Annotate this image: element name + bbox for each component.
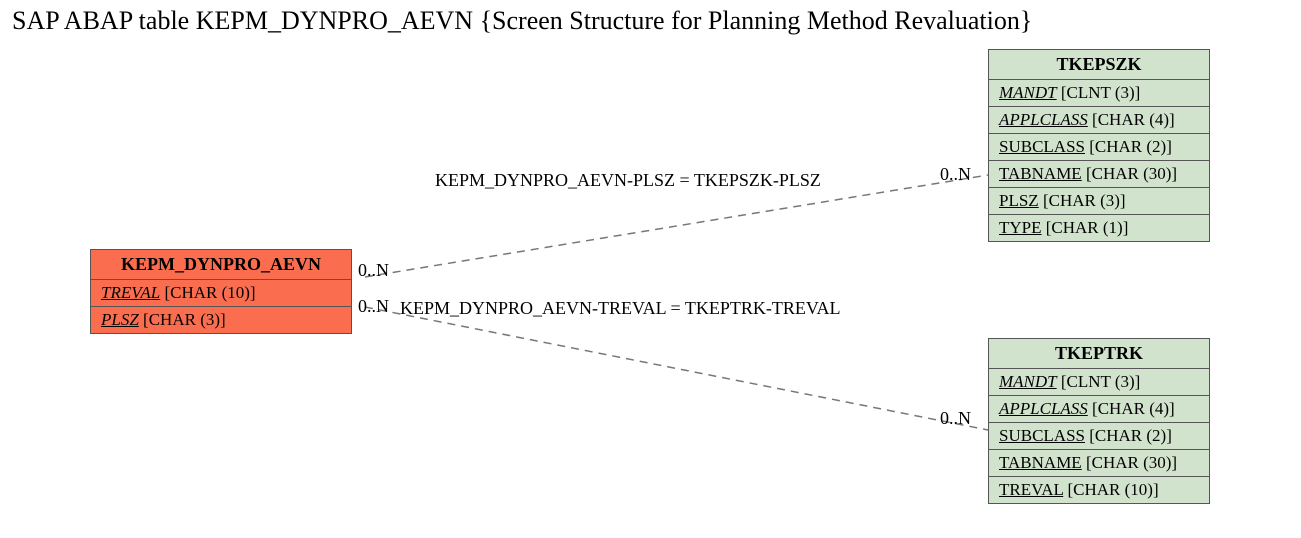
field-name: MANDT (999, 372, 1057, 391)
table-row: APPLCLASS [CHAR (4)] (989, 396, 1209, 423)
field-type: [CHAR (2)] (1089, 137, 1172, 156)
field-name: SUBCLASS (999, 426, 1085, 445)
field-name: APPLCLASS (999, 399, 1088, 418)
field-name: APPLCLASS (999, 110, 1088, 129)
field-name: TABNAME (999, 453, 1082, 472)
table-row: SUBCLASS [CHAR (2)] (989, 134, 1209, 161)
table-row: PLSZ [CHAR (3)] (989, 188, 1209, 215)
field-name: TREVAL (101, 283, 160, 302)
field-type: [CHAR (10)] (1067, 480, 1158, 499)
table-header: TKEPTRK (989, 339, 1209, 369)
relation-label-1: KEPM_DYNPRO_AEVN-PLSZ = TKEPSZK-PLSZ (435, 170, 821, 191)
field-type: [CHAR (1)] (1046, 218, 1129, 237)
field-type: [CHAR (4)] (1092, 110, 1175, 129)
table-row: TABNAME [CHAR (30)] (989, 161, 1209, 188)
field-type: [CHAR (3)] (1043, 191, 1126, 210)
field-name: TABNAME (999, 164, 1082, 183)
cardinality-left-1: 0..N (358, 260, 389, 281)
field-name: MANDT (999, 83, 1057, 102)
field-type: [CHAR (10)] (164, 283, 255, 302)
table-row: TYPE [CHAR (1)] (989, 215, 1209, 241)
table-row: MANDT [CLNT (3)] (989, 369, 1209, 396)
field-type: [CHAR (3)] (143, 310, 226, 329)
table-tkepszk: TKEPSZK MANDT [CLNT (3)] APPLCLASS [CHAR… (988, 49, 1210, 242)
field-type: [CHAR (30)] (1086, 453, 1177, 472)
table-row: TREVAL [CHAR (10)] (91, 280, 351, 307)
table-row: MANDT [CLNT (3)] (989, 80, 1209, 107)
field-name: PLSZ (999, 191, 1039, 210)
field-type: [CLNT (3)] (1061, 372, 1140, 391)
table-row: APPLCLASS [CHAR (4)] (989, 107, 1209, 134)
cardinality-right-2: 0..N (940, 408, 971, 429)
table-row: TREVAL [CHAR (10)] (989, 477, 1209, 503)
relation-label-2: KEPM_DYNPRO_AEVN-TREVAL = TKEPTRK-TREVAL (400, 298, 841, 319)
table-header: KEPM_DYNPRO_AEVN (91, 250, 351, 280)
table-row: TABNAME [CHAR (30)] (989, 450, 1209, 477)
table-row: SUBCLASS [CHAR (2)] (989, 423, 1209, 450)
table-row: PLSZ [CHAR (3)] (91, 307, 351, 333)
cardinality-right-1: 0..N (940, 164, 971, 185)
field-type: [CHAR (2)] (1089, 426, 1172, 445)
cardinality-left-2: 0..N (358, 296, 389, 317)
field-type: [CLNT (3)] (1061, 83, 1140, 102)
field-type: [CHAR (30)] (1086, 164, 1177, 183)
field-name: TYPE (999, 218, 1042, 237)
field-name: PLSZ (101, 310, 139, 329)
field-type: [CHAR (4)] (1092, 399, 1175, 418)
field-name: SUBCLASS (999, 137, 1085, 156)
table-header: TKEPSZK (989, 50, 1209, 80)
page-title: SAP ABAP table KEPM_DYNPRO_AEVN {Screen … (12, 6, 1032, 36)
field-name: TREVAL (999, 480, 1063, 499)
table-kepm-dynpro-aevn: KEPM_DYNPRO_AEVN TREVAL [CHAR (10)] PLSZ… (90, 249, 352, 334)
table-tkeptrk: TKEPTRK MANDT [CLNT (3)] APPLCLASS [CHAR… (988, 338, 1210, 504)
